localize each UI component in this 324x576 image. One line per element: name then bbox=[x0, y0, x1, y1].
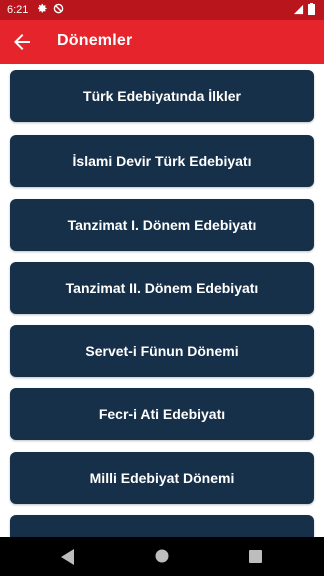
period-button-tanzimat-1[interactable]: Tanzimat I. Dönem Edebiyatı bbox=[10, 199, 314, 251]
period-button-fecr-i-ati[interactable]: Fecr-i Ati Edebiyatı bbox=[10, 388, 314, 440]
period-button-label: Milli Edebiyat Dönemi bbox=[89, 470, 235, 486]
status-time: 6:21 bbox=[7, 4, 29, 16]
status-bar: 6:21 bbox=[0, 0, 324, 20]
period-button-label: Tanzimat II. Dönem Edebiyatı bbox=[65, 280, 259, 296]
page-title: Dönemler bbox=[57, 32, 133, 49]
period-button-label: İslami Devir Türk Edebiyatı bbox=[72, 153, 252, 169]
arrow-back-icon[interactable] bbox=[10, 30, 34, 54]
nav-recents-icon[interactable] bbox=[249, 550, 262, 563]
period-button-partial[interactable] bbox=[10, 515, 314, 537]
do-not-disturb-icon bbox=[53, 3, 64, 14]
battery-icon bbox=[308, 3, 315, 15]
period-button-label: Türk Edebiyatında İlkler bbox=[83, 88, 241, 104]
period-list[interactable]: Türk Edebiyatında İlkler İslami Devir Tü… bbox=[0, 64, 324, 537]
system-nav-bar bbox=[0, 537, 324, 576]
period-button-ilkler[interactable]: Türk Edebiyatında İlkler bbox=[10, 70, 314, 122]
period-button-label: Servet-i Fünun Dönemi bbox=[85, 343, 239, 359]
app-bar: Dönemler bbox=[0, 20, 324, 64]
nav-back-icon[interactable] bbox=[61, 549, 75, 565]
period-button-label: Fecr-i Ati Edebiyatı bbox=[98, 406, 226, 422]
period-button-servet-i-funun[interactable]: Servet-i Fünun Dönemi bbox=[10, 325, 314, 377]
period-button-milli-edebiyat[interactable]: Milli Edebiyat Dönemi bbox=[10, 452, 314, 504]
nav-home-icon[interactable] bbox=[155, 549, 169, 563]
period-button-islami-devir[interactable]: İslami Devir Türk Edebiyatı bbox=[10, 135, 314, 187]
period-button-label: Tanzimat I. Dönem Edebiyatı bbox=[67, 217, 257, 233]
gear-icon bbox=[38, 3, 47, 13]
signal-icon bbox=[293, 4, 304, 15]
period-button-tanzimat-2[interactable]: Tanzimat II. Dönem Edebiyatı bbox=[10, 262, 314, 314]
